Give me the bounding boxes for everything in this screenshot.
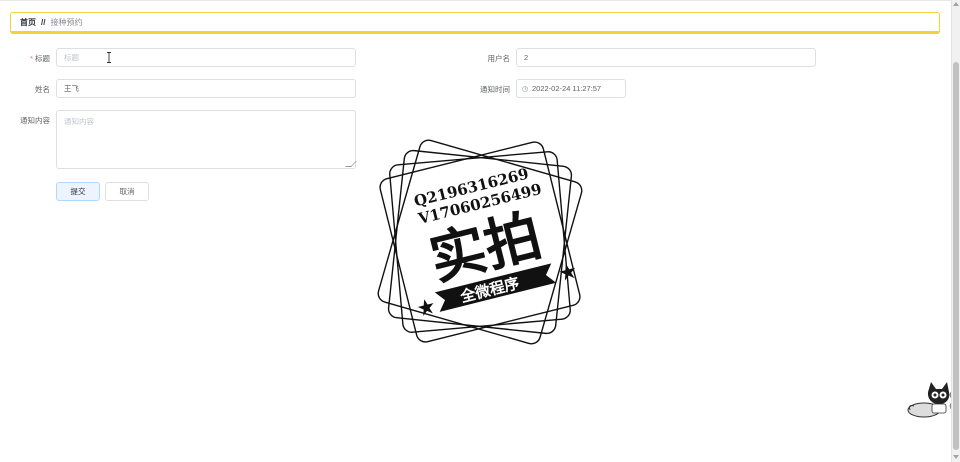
name-value: 王飞 (64, 84, 79, 93)
watermark-stamp: Q2196316269 V17060256499 实拍 全微程序 (377, 139, 583, 345)
name-input[interactable]: 王飞 (56, 79, 356, 98)
breadcrumb-separator: // (41, 17, 46, 27)
breadcrumb-home[interactable]: 首页 (20, 17, 36, 28)
breadcrumb-current: 接种预约 (50, 17, 83, 27)
text-cursor-icon (107, 52, 111, 63)
content-placeholder: 通知内容 (64, 117, 94, 126)
title-input[interactable]: 标题 (56, 48, 356, 67)
notify-time-label: 通知时间 (480, 85, 510, 94)
name-label: 姓名 (35, 85, 50, 94)
notify-time-picker[interactable]: 2022-02-24 11:27:57 (516, 79, 626, 98)
scroll-up-arrow-icon[interactable] (953, 2, 959, 6)
top-divider (0, 0, 952, 1)
scrollbar-thumb[interactable] (953, 62, 959, 450)
username-input[interactable]: 2 (516, 48, 816, 67)
notify-time-value: 2022-02-24 11:27:57 (532, 84, 602, 93)
content-label: 通知内容 (20, 116, 50, 125)
resize-handle[interactable] (345, 161, 357, 167)
scroll-down-arrow-icon[interactable] (953, 455, 959, 459)
cancel-button[interactable]: 取消 (105, 182, 149, 201)
submit-button[interactable]: 提交 (56, 182, 100, 201)
title-placeholder: 标题 (64, 53, 79, 62)
username-label: 用户名 (487, 54, 511, 63)
breadcrumb: 首页 // 接种预约 (10, 12, 940, 34)
username-value: 2 (524, 53, 529, 62)
content-textarea[interactable]: 通知内容 (56, 110, 357, 169)
clock-icon (522, 85, 528, 92)
title-label: * 标题 (30, 54, 50, 63)
